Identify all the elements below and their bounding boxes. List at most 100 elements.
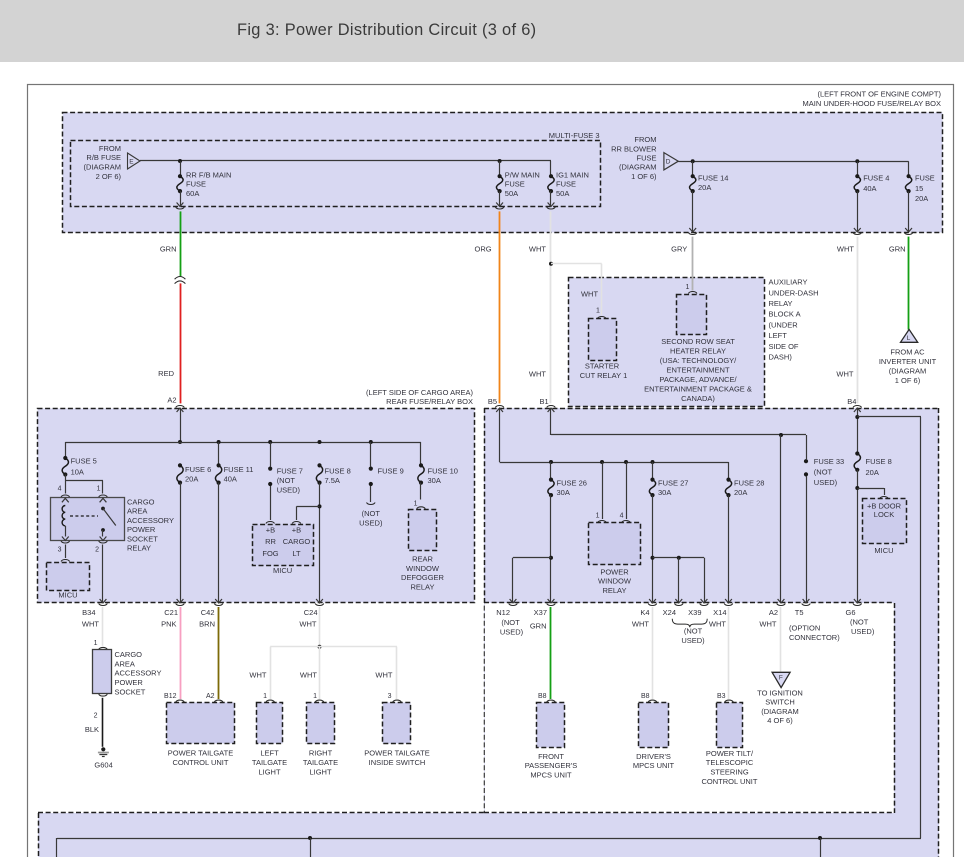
svg-text:AUXILIARY: AUXILIARY [769, 278, 808, 287]
svg-text:LEFT: LEFT [260, 748, 279, 757]
svg-text:(DIAGRAM: (DIAGRAM [619, 163, 657, 172]
svg-text:2 OF 6): 2 OF 6) [96, 172, 122, 181]
svg-text:WINDOW: WINDOW [598, 577, 632, 586]
svg-text:DEFOGGER: DEFOGGER [401, 573, 445, 582]
svg-text:+B: +B [266, 525, 275, 534]
svg-text:CARGO: CARGO [283, 537, 311, 546]
svg-text:4: 4 [620, 512, 624, 519]
svg-text:FUSE 11: FUSE 11 [224, 465, 254, 474]
svg-text:FRONT: FRONT [538, 752, 564, 761]
svg-text:1: 1 [313, 693, 317, 700]
svg-text:B8: B8 [538, 693, 547, 700]
svg-text:DRIVER'S: DRIVER'S [636, 752, 671, 761]
svg-text:B3: B3 [717, 693, 726, 700]
svg-text:GRN: GRN [530, 622, 547, 631]
svg-text:WINDOW: WINDOW [406, 564, 440, 573]
svg-text:POWER: POWER [115, 678, 144, 687]
svg-text:SOCKET: SOCKET [115, 687, 146, 696]
svg-text:1: 1 [596, 307, 600, 314]
svg-text:(NOT: (NOT [362, 509, 381, 518]
svg-text:TELESCOPIC: TELESCOPIC [706, 758, 754, 767]
svg-text:D: D [666, 159, 671, 166]
svg-text:TAILGATE: TAILGATE [303, 758, 338, 767]
svg-text:B8: B8 [641, 693, 650, 700]
svg-text:40A: 40A [224, 474, 237, 483]
svg-text:FROM AC: FROM AC [890, 348, 925, 357]
svg-text:CUT RELAY 1: CUT RELAY 1 [580, 371, 628, 380]
svg-text:B34: B34 [82, 608, 95, 617]
svg-text:40A: 40A [863, 184, 876, 193]
svg-text:FUSE 9: FUSE 9 [378, 467, 404, 476]
svg-text:REAR: REAR [412, 555, 433, 564]
svg-text:B5: B5 [488, 397, 497, 406]
svg-text:FUSE: FUSE [556, 180, 576, 189]
svg-text:IG1 MAIN: IG1 MAIN [556, 171, 589, 180]
svg-text:C42: C42 [201, 608, 215, 617]
svg-text:WHT: WHT [709, 620, 726, 629]
svg-text:FUSE 14: FUSE 14 [698, 173, 728, 182]
svg-text:FUSE 10: FUSE 10 [428, 467, 458, 476]
svg-text:RELAY: RELAY [410, 583, 434, 592]
svg-text:30A: 30A [658, 488, 671, 497]
svg-text:USED): USED) [681, 636, 705, 645]
svg-text:CONNECTOR): CONNECTOR) [789, 633, 840, 642]
svg-text:X24: X24 [663, 608, 676, 617]
svg-text:POWER: POWER [127, 525, 156, 534]
svg-text:4 OF 6): 4 OF 6) [767, 716, 793, 725]
svg-text:FUSE 28: FUSE 28 [734, 479, 764, 488]
svg-text:G604: G604 [94, 760, 112, 769]
svg-text:WHT: WHT [581, 290, 598, 299]
svg-text:(NOT: (NOT [814, 468, 833, 477]
svg-text:3: 3 [388, 693, 392, 700]
svg-text:PACKAGE, ADVANCE/: PACKAGE, ADVANCE/ [659, 375, 737, 384]
svg-text:BLOCK A: BLOCK A [769, 310, 801, 319]
svg-text:POWER TAILGATE: POWER TAILGATE [364, 748, 429, 757]
svg-text:USED): USED) [500, 628, 524, 637]
svg-text:B4: B4 [847, 397, 856, 406]
svg-text:WHT: WHT [632, 620, 649, 629]
svg-text:LIGHT: LIGHT [309, 767, 332, 776]
svg-text:SECOND ROW SEAT: SECOND ROW SEAT [661, 337, 735, 346]
svg-text:MICU: MICU [58, 590, 77, 599]
svg-text:1: 1 [94, 640, 98, 647]
svg-text:LOCK: LOCK [874, 510, 894, 519]
svg-text:AREA: AREA [127, 507, 147, 516]
svg-text:LEFT: LEFT [769, 331, 788, 340]
svg-text:1: 1 [596, 512, 600, 519]
svg-text:WHT: WHT [300, 671, 317, 680]
svg-text:ENTERTAINMENT: ENTERTAINMENT [666, 366, 729, 375]
svg-text:(DIAGRAM: (DIAGRAM [761, 707, 799, 716]
svg-text:LT: LT [292, 549, 301, 558]
svg-text:K4: K4 [640, 608, 649, 617]
svg-text:Fig 3: Power Distribution Circ: Fig 3: Power Distribution Circuit (3 of … [237, 21, 536, 39]
svg-text:1: 1 [263, 693, 267, 700]
svg-text:GRN: GRN [160, 244, 177, 253]
svg-text:15: 15 [915, 184, 923, 193]
svg-text:(NOT: (NOT [850, 618, 869, 627]
svg-text:POWER TILT/: POWER TILT/ [706, 749, 754, 758]
svg-text:A2: A2 [167, 395, 176, 404]
svg-text:POWER: POWER [600, 567, 629, 576]
svg-text:2: 2 [95, 546, 99, 553]
svg-text:FUSE: FUSE [636, 154, 656, 163]
svg-text:RELAY: RELAY [769, 299, 793, 308]
svg-text:FUSE 26: FUSE 26 [557, 479, 587, 488]
svg-text:WHT: WHT [249, 671, 266, 680]
svg-text:POWER TAILGATE: POWER TAILGATE [168, 748, 233, 757]
svg-text:B12: B12 [164, 693, 177, 700]
svg-text:ACCESSORY: ACCESSORY [127, 516, 174, 525]
svg-text:FUSE 8: FUSE 8 [866, 457, 892, 466]
svg-text:USED): USED) [814, 478, 838, 487]
svg-text:UNDER-DASH: UNDER-DASH [769, 288, 819, 297]
svg-text:(USA: TECHNOLOGY/: (USA: TECHNOLOGY/ [660, 356, 737, 365]
svg-text:ORG: ORG [475, 244, 492, 253]
svg-text:3: 3 [58, 546, 62, 553]
svg-text:LIGHT: LIGHT [258, 767, 281, 776]
svg-text:C24: C24 [304, 608, 318, 617]
svg-text:X37: X37 [534, 608, 547, 617]
svg-text:L: L [907, 335, 911, 342]
svg-text:USED): USED) [277, 486, 301, 495]
svg-text:FROM: FROM [634, 135, 656, 144]
svg-text:T5: T5 [795, 608, 804, 617]
svg-text:50A: 50A [556, 189, 569, 198]
